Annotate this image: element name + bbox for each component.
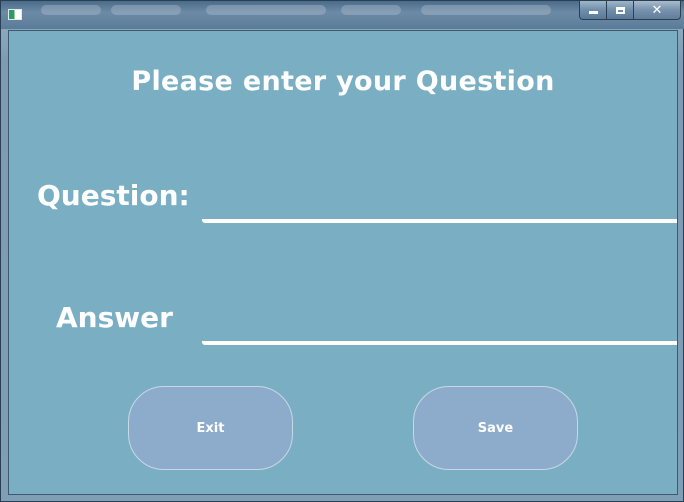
- form-panel: Please enter your Question Question: Ans…: [8, 30, 678, 495]
- app-window: ✕ Please enter your Question Question: A…: [0, 0, 684, 502]
- page-title: Please enter your Question: [131, 66, 555, 97]
- title-blur: [421, 5, 551, 15]
- answer-label: Answer: [56, 301, 173, 334]
- app-icon: [8, 9, 22, 20]
- close-button[interactable]: ✕: [634, 1, 681, 20]
- question-label: Question:: [37, 179, 190, 212]
- title-blur: [341, 5, 401, 15]
- title-bar[interactable]: ✕: [1, 1, 684, 29]
- maximize-icon: [615, 6, 625, 14]
- minimize-icon: [588, 11, 598, 14]
- maximize-button[interactable]: [607, 1, 634, 20]
- title-blur: [41, 5, 101, 15]
- close-icon: ✕: [651, 2, 663, 18]
- question-input[interactable]: [202, 193, 677, 223]
- exit-button[interactable]: Exit: [128, 386, 293, 470]
- minimize-button[interactable]: [579, 1, 607, 20]
- title-blur: [111, 5, 181, 15]
- window-controls: ✕: [579, 1, 681, 20]
- title-blur: [206, 5, 326, 15]
- save-button[interactable]: Save: [413, 386, 578, 470]
- answer-input[interactable]: [202, 315, 677, 345]
